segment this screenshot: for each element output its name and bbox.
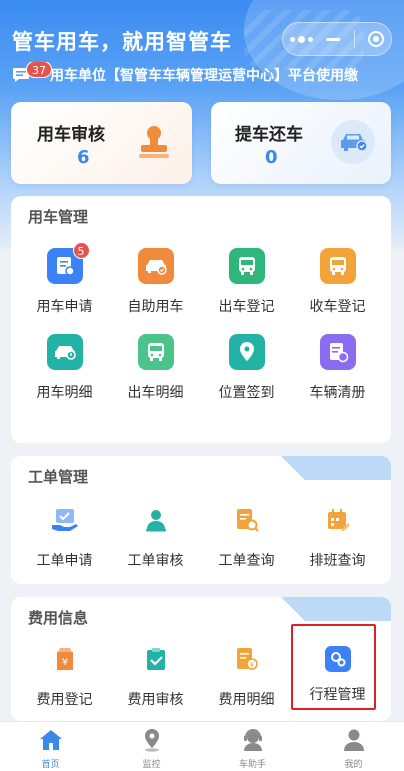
- message-icon[interactable]: 37: [12, 62, 52, 85]
- menu-item-schedule-query[interactable]: 排班查询: [292, 502, 383, 584]
- menu-item-fee-review[interactable]: 费用审核: [110, 641, 201, 721]
- order-query-icon: [229, 502, 265, 538]
- stat-value: 0: [265, 147, 278, 168]
- section-title: 费用信息: [28, 609, 89, 627]
- car-icon: [331, 120, 375, 164]
- vehicle-list-icon: [319, 334, 356, 370]
- schedule-icon: [320, 502, 356, 538]
- bottom-tab-bar: 首页 监控 车助手 我的: [0, 721, 404, 771]
- menu-item-bus-detail[interactable]: 出车明细: [110, 334, 201, 420]
- stat-label: 用车审核: [37, 125, 105, 145]
- menu-item-bus-in[interactable]: 收车登记: [292, 248, 383, 334]
- section-title: 工单管理: [28, 468, 89, 486]
- self-drive-icon: [137, 248, 174, 284]
- stat-card-approval[interactable]: 用车审核 6: [11, 102, 192, 184]
- menu-item-label: 排班查询: [309, 553, 366, 569]
- assistant-icon: [243, 729, 262, 751]
- tab-label: 监控: [142, 760, 161, 770]
- more-icon[interactable]: [289, 35, 313, 43]
- minimize-icon[interactable]: [326, 37, 341, 41]
- section-work-order-management: 工单管理 工单申请 工单审核 工单查询 排班查询: [11, 456, 391, 584]
- menu-item-fee-detail[interactable]: ¥ 费用明细: [201, 641, 292, 721]
- menu-item-self-drive[interactable]: 自助用车: [110, 248, 201, 334]
- notice-text: 用车单位【智管车车辆管理运营中心】平台使用缴: [50, 68, 358, 84]
- tab-assistant[interactable]: 车助手: [202, 722, 303, 771]
- menu-item-bus-out[interactable]: 出车登记: [201, 248, 292, 334]
- bus-in-icon: [319, 248, 356, 284]
- location-icon: [228, 334, 265, 370]
- close-icon[interactable]: [368, 31, 385, 47]
- menu-item-label: 出车登记: [218, 299, 275, 315]
- menu-item-label: 工单查询: [218, 553, 275, 569]
- order-review-icon: [138, 502, 174, 538]
- svg-text:¥: ¥: [249, 661, 254, 669]
- section-vehicle-management: 用车管理 5 用车申请 自助用车 出车登记 收车登记 用车明细 出车明细 位置签…: [11, 196, 391, 443]
- stat-card-pickup-return[interactable]: 提车还车 0: [211, 102, 391, 184]
- home-icon: [39, 730, 62, 750]
- menu-item-label: 出车明细: [127, 385, 184, 401]
- menu-item-order-query[interactable]: 工单查询: [201, 502, 292, 584]
- tab-mine[interactable]: 我的: [303, 722, 404, 771]
- fee-review-icon: [138, 641, 174, 677]
- menu-item-label: 费用审核: [127, 692, 184, 708]
- tab-label: 车助手: [238, 760, 266, 770]
- location-pin-icon: [144, 729, 159, 752]
- menu-item-label: 位置签到: [218, 385, 275, 401]
- tab-monitor[interactable]: 监控: [101, 722, 202, 771]
- fee-detail-icon: ¥: [229, 641, 265, 677]
- menu-item-order-apply[interactable]: 工单申请: [19, 502, 110, 584]
- car-detail-icon: [46, 334, 83, 370]
- stamp-icon: [139, 126, 169, 158]
- user-icon: [343, 729, 364, 751]
- menu-item-car-apply[interactable]: 5 用车申请: [19, 242, 110, 334]
- corner-decoration: [281, 597, 391, 621]
- menu-item-label: 车辆清册: [309, 385, 366, 401]
- menu-item-label: 费用登记: [36, 692, 93, 708]
- svg-text:¥: ¥: [61, 657, 67, 668]
- menu-item-label: 工单审核: [127, 553, 184, 569]
- menu-item-label: 费用明细: [218, 692, 275, 708]
- menu-item-label: 用车申请: [36, 299, 93, 315]
- corner-decoration: [281, 456, 391, 480]
- mini-program-capsule: [282, 22, 392, 56]
- menu-item-label: 工单申请: [36, 553, 93, 569]
- section-title: 用车管理: [28, 208, 89, 226]
- tab-label: 首页: [41, 760, 60, 770]
- tab-home[interactable]: 首页: [0, 722, 101, 771]
- menu-item-order-review[interactable]: 工单审核: [110, 502, 201, 584]
- menu-item-location-checkin[interactable]: 位置签到: [201, 334, 292, 420]
- menu-item-label: 收车登记: [309, 299, 366, 315]
- tab-label: 我的: [344, 760, 363, 770]
- capsule-divider: [353, 30, 355, 48]
- order-apply-icon: [47, 502, 83, 538]
- bus-out-icon: [228, 248, 265, 284]
- notice-count-badge: 37: [26, 62, 52, 78]
- pending-count-badge: 5: [72, 242, 90, 259]
- stat-label: 提车还车: [235, 125, 303, 145]
- menu-item-car-detail[interactable]: 用车明细: [19, 334, 110, 420]
- selection-highlight-box: [291, 624, 376, 710]
- car-apply-icon: 5: [46, 242, 90, 284]
- stat-value: 6: [77, 147, 90, 168]
- menu-grid: 5 用车申请 自助用车 出车登记 收车登记 用车明细 出车明细 位置签到 车辆清…: [19, 242, 383, 420]
- menu-item-label: 用车明细: [36, 385, 93, 401]
- page-title: 管车用车，就用智管车: [12, 30, 232, 54]
- notice-bar[interactable]: 37 用车单位【智管车车辆管理运营中心】平台使用缴: [12, 62, 404, 88]
- menu-grid: 工单申请 工单审核 工单查询 排班查询: [19, 502, 383, 584]
- menu-item-fee-register[interactable]: ¥ 费用登记: [19, 641, 110, 721]
- fee-register-icon: ¥: [47, 641, 83, 677]
- menu-item-vehicle-list[interactable]: 车辆清册: [292, 334, 383, 420]
- bus-detail-icon: [137, 334, 174, 370]
- menu-item-label: 自助用车: [127, 299, 184, 315]
